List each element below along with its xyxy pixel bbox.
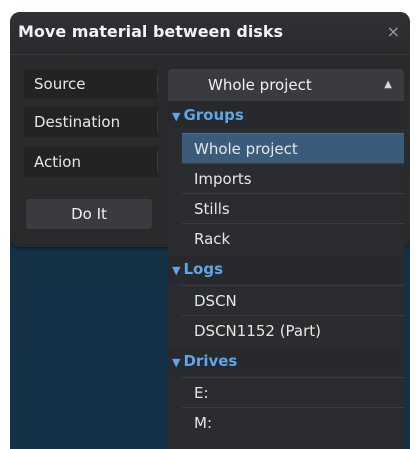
source-select-value: Whole project [208, 76, 312, 94]
group-header-drives[interactable]: ▼ Drives [168, 347, 404, 375]
triangle-up-icon: ▲ [384, 79, 392, 90]
dialog-title: Move material between disks [18, 22, 283, 41]
dropdown-item-imports[interactable]: Imports [182, 163, 404, 193]
destination-label: Destination [24, 107, 158, 137]
source-select[interactable]: Whole project ▲ [168, 69, 404, 101]
dialog-titlebar: Move material between disks × [10, 12, 410, 55]
group-header-label: Logs [183, 260, 223, 278]
dropdown-item-drive-m[interactable]: M: [182, 407, 404, 437]
dropdown-item-whole-project[interactable]: Whole project [182, 133, 404, 163]
group-header-groups[interactable]: ▼ Groups [168, 101, 404, 129]
dropdown-item-dscn1152-part[interactable]: DSCN1152 (Part) [182, 315, 404, 345]
group-header-label: Drives [183, 352, 238, 370]
do-it-button[interactable]: Do It [26, 199, 152, 229]
source-dropdown-list: ▼ Groups Whole project Imports Stills Rac… [168, 101, 404, 449]
dropdown-item-stills[interactable]: Stills [182, 193, 404, 223]
action-label: Action [24, 147, 158, 177]
dropdown-item-dscn[interactable]: DSCN [182, 285, 404, 315]
triangle-down-icon: ▼ [172, 110, 181, 123]
close-icon[interactable]: × [387, 22, 400, 41]
triangle-down-icon: ▼ [172, 356, 181, 369]
group-header-logs[interactable]: ▼ Logs [168, 255, 404, 283]
group-header-label: Groups [183, 106, 244, 124]
dropdown-item-rack[interactable]: Rack [182, 223, 404, 253]
triangle-down-icon: ▼ [172, 264, 181, 277]
source-label: Source [24, 69, 158, 99]
dropdown-item-drive-e[interactable]: E: [182, 377, 404, 407]
